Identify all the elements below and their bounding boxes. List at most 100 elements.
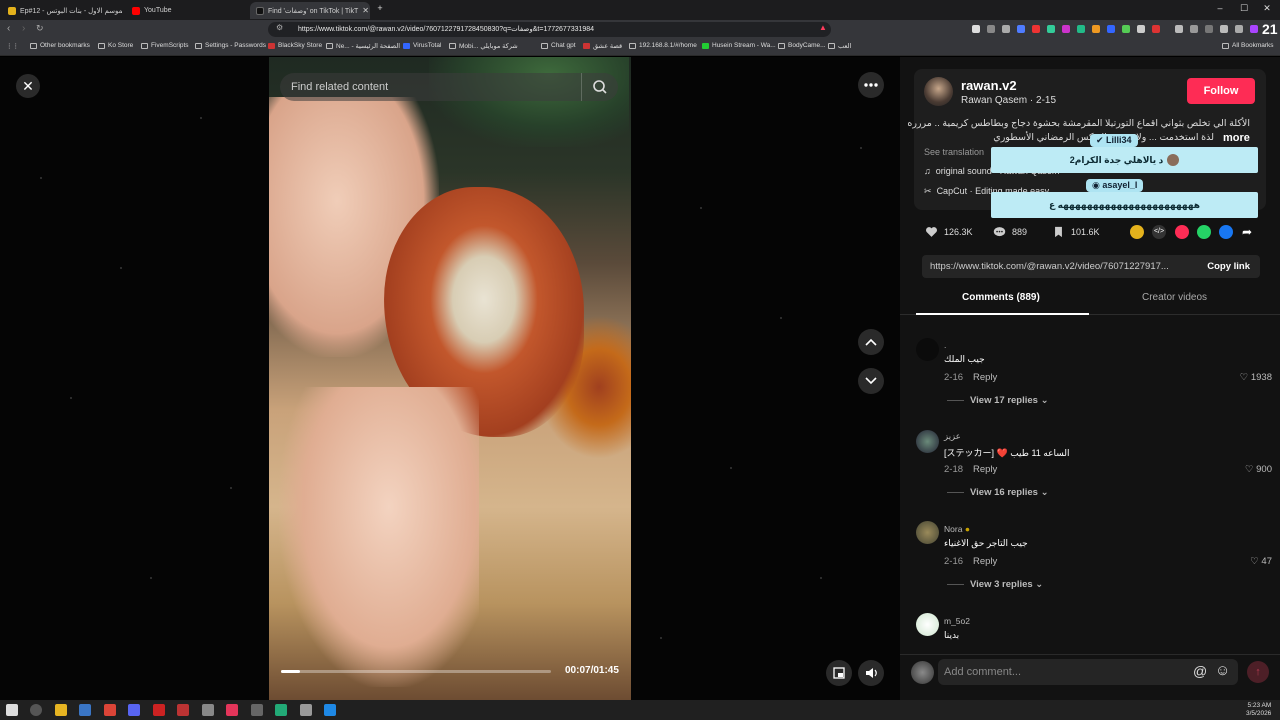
facebook-icon[interactable] <box>1219 225 1233 239</box>
creator-username[interactable]: rawan.v2 <box>961 78 1017 93</box>
tab-creator-videos[interactable]: Creator videos <box>1142 292 1207 303</box>
app-icon[interactable] <box>324 704 336 716</box>
bookmark[interactable]: Ne... - الصفحة الرئيسية <box>326 42 400 50</box>
extension-icon[interactable] <box>972 25 980 33</box>
close-viewer-icon[interactable]: ✕ <box>16 74 40 98</box>
embed-icon[interactable]: </> <box>1152 225 1166 239</box>
floating-player-icon[interactable] <box>826 660 852 686</box>
comment-avatar[interactable] <box>916 338 939 361</box>
whatsapp-icon[interactable] <box>1197 225 1211 239</box>
address-bar[interactable]: https://www.tiktok.com/@rawan.v2/video/7… <box>268 22 831 37</box>
emoji-icon[interactable]: ☺ <box>1215 662 1230 679</box>
app-icon[interactable] <box>300 704 312 716</box>
bookmark[interactable]: FivemScripts <box>141 42 189 49</box>
bookmark[interactable]: العب <box>828 42 851 50</box>
view-replies-button[interactable]: View 16 replies ⌄ <box>947 487 1049 498</box>
steam-icon[interactable] <box>79 704 91 716</box>
video-progress-bar[interactable] <box>281 670 551 673</box>
comment-avatar[interactable] <box>916 521 939 544</box>
app-icon[interactable] <box>202 704 214 716</box>
share-arrow-icon[interactable]: ➦ <box>1242 225 1252 239</box>
bookmark[interactable]: Settings - Passwords <box>195 42 266 49</box>
view-replies-button[interactable]: View 3 replies ⌄ <box>947 579 1043 590</box>
bookmark[interactable]: Other bookmarks <box>30 42 90 49</box>
search-icon[interactable] <box>30 704 42 716</box>
extension-icon[interactable] <box>1092 25 1100 33</box>
app-icon[interactable] <box>251 704 263 716</box>
extension-icon[interactable] <box>1137 25 1145 33</box>
mention-icon[interactable]: @ <box>1193 663 1207 679</box>
search-icon[interactable] <box>581 73 618 101</box>
bookmark[interactable]: BodyCame... <box>778 42 826 49</box>
bookmark[interactable]: Husein Stream - Wa... <box>702 42 776 49</box>
reply-button[interactable]: Reply <box>973 372 997 383</box>
back-icon[interactable]: ‹ <box>7 23 10 34</box>
bookmark[interactable]: Mobi... شركة موبايلي <box>449 42 518 50</box>
video-player[interactable] <box>269 57 631 700</box>
extension-icon[interactable] <box>1062 25 1070 33</box>
reply-button[interactable]: Reply <box>973 464 997 475</box>
extension-icon[interactable] <box>1107 25 1115 33</box>
forward-icon[interactable]: › <box>22 23 25 34</box>
shield-icon[interactable] <box>1235 25 1243 33</box>
media-icon[interactable] <box>1175 25 1183 33</box>
extension-icon[interactable] <box>987 25 995 33</box>
extension-icon[interactable]: ▲ <box>819 23 827 32</box>
like-stat[interactable]: 126.3K <box>925 226 973 238</box>
sidebar-icon[interactable] <box>1190 25 1198 33</box>
bookmark[interactable]: BlackSky Store <box>268 42 322 49</box>
windows-start-icon[interactable] <box>6 704 18 716</box>
copy-link-button[interactable]: Copy link <box>1207 261 1250 272</box>
comment-avatar[interactable] <box>916 430 939 453</box>
minimize-icon[interactable]: – <box>1213 3 1227 13</box>
tab-close-icon[interactable]: ✕ <box>362 6 369 15</box>
comment-like[interactable]: ♡ 47 <box>1238 556 1272 567</box>
window-close-icon[interactable]: ✕ <box>1260 3 1274 14</box>
bookmark[interactable]: VirusTotal <box>403 42 441 49</box>
apps-icon[interactable]: ⋮⋮ <box>6 42 19 50</box>
comment-author[interactable]: . <box>944 340 946 350</box>
related-search-input[interactable]: Find related content <box>280 73 618 101</box>
extension-icon[interactable] <box>1077 25 1085 33</box>
reload-icon[interactable]: ↻ <box>36 23 44 34</box>
extension-icon[interactable] <box>1205 25 1213 33</box>
comment-author[interactable]: Nora ● <box>944 524 970 534</box>
view-replies-button[interactable]: View 17 replies ⌄ <box>947 395 1049 406</box>
file-explorer-icon[interactable] <box>55 704 67 716</box>
send-comment-icon[interactable]: ↑ <box>1247 661 1269 683</box>
extension-icon[interactable] <box>1002 25 1010 33</box>
bookmark[interactable]: 192.168.8.1/#/home <box>629 42 697 49</box>
extension-icon[interactable] <box>1122 25 1130 33</box>
more-options-icon[interactable] <box>858 72 884 98</box>
volume-icon[interactable] <box>858 660 884 686</box>
repost-icon[interactable] <box>1130 225 1144 239</box>
site-info-icon[interactable]: ⚙ <box>276 23 283 32</box>
app-icon[interactable] <box>275 704 287 716</box>
extension-badge[interactable]: 21 <box>1262 21 1278 37</box>
chrome-icon[interactable] <box>104 704 116 716</box>
see-translation-link[interactable]: See translation <box>924 147 984 157</box>
extensions-puzzle-icon[interactable] <box>1220 25 1228 33</box>
profile-icon[interactable] <box>1250 25 1258 33</box>
comment-like[interactable]: ♡ 1938 <box>1238 372 1272 383</box>
bookmark[interactable]: Ko Store <box>98 42 133 49</box>
maximize-icon[interactable]: ☐ <box>1237 3 1251 14</box>
next-video-icon[interactable] <box>858 368 884 394</box>
previous-video-icon[interactable] <box>858 329 884 355</box>
extension-icon[interactable] <box>1032 25 1040 33</box>
bookmark[interactable]: قصة عشق <box>583 42 622 50</box>
save-stat[interactable]: 101.6K <box>1052 226 1100 238</box>
app-icon[interactable] <box>226 704 238 716</box>
app-icon[interactable] <box>177 704 189 716</box>
send-to-friends-icon[interactable] <box>1175 225 1189 239</box>
comment-author[interactable]: m_5o2 <box>944 616 970 626</box>
browser-tab-active[interactable]: Find 'وصفات' on TikTok | TikT ✕ <box>250 2 370 19</box>
follow-button[interactable]: Follow <box>1187 78 1255 104</box>
comment-like[interactable]: ♡ 900 <box>1238 464 1272 475</box>
creator-avatar[interactable] <box>924 77 953 106</box>
comment-avatar[interactable] <box>916 613 939 636</box>
app-icon[interactable] <box>153 704 165 716</box>
browser-tab[interactable]: YouTube <box>126 2 236 19</box>
tab-comments[interactable]: Comments (889) <box>962 292 1040 303</box>
reply-button[interactable]: Reply <box>973 556 997 567</box>
